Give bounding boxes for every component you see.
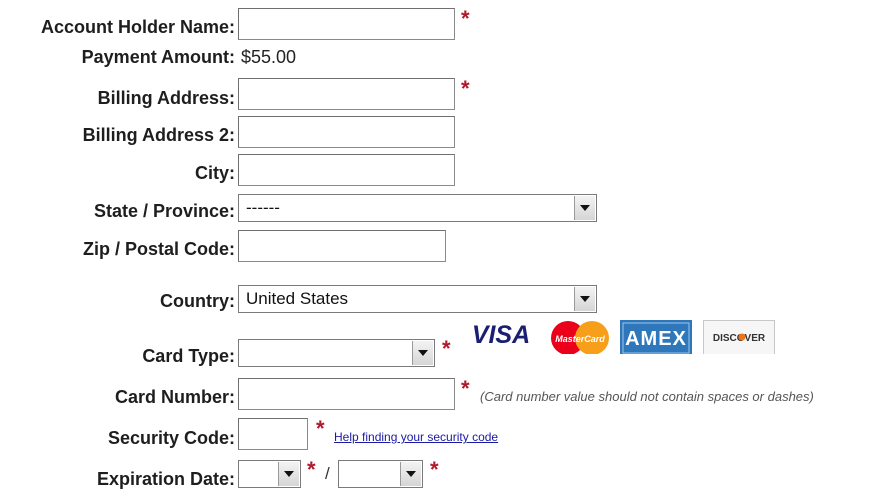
account-holder-label: Account Holder Name: — [40, 17, 235, 37]
discover-logo-icon: DISCOVER — [703, 320, 775, 354]
billing-address-2-label: Billing Address 2: — [82, 125, 235, 145]
amex-logo-icon: AMEX — [620, 320, 692, 354]
visa-logo-text: VISA — [472, 321, 530, 349]
card-number-label: Card Number: — [114, 387, 235, 407]
zip-label: Zip / Postal Code: — [82, 239, 235, 259]
expiration-year-select[interactable] — [338, 460, 423, 488]
expiration-month-select[interactable] — [238, 460, 301, 488]
card-number-note: (Card number value should not contain sp… — [480, 389, 814, 404]
required-marker: * — [461, 76, 470, 101]
security-code-label: Security Code: — [107, 428, 235, 448]
security-code-input[interactable] — [238, 418, 308, 450]
chevron-down-icon[interactable] — [412, 341, 433, 365]
billing-address-2-input[interactable] — [238, 116, 455, 148]
chevron-down-icon[interactable] — [574, 287, 595, 311]
chevron-down-icon[interactable] — [278, 462, 299, 486]
billing-address-label: Billing Address: — [97, 88, 235, 108]
expiration-separator: / — [325, 464, 330, 483]
required-marker: * — [430, 457, 439, 482]
state-label: State / Province: — [93, 201, 235, 221]
mastercard-logo-icon: MasterCard — [551, 321, 609, 354]
city-input[interactable] — [238, 154, 455, 186]
visa-logo-icon: VISA — [472, 321, 530, 349]
country-selected-value: United States — [246, 289, 349, 308]
chevron-down-icon[interactable] — [400, 462, 421, 486]
card-number-input[interactable] — [238, 378, 455, 410]
payment-amount-label: Payment Amount: — [81, 47, 235, 67]
payment-amount-value: $55.00 — [241, 47, 297, 67]
required-marker: * — [461, 376, 470, 401]
chevron-down-icon[interactable] — [574, 196, 595, 220]
mastercard-logo-text: MasterCard — [555, 334, 605, 344]
billing-address-input[interactable] — [238, 78, 455, 110]
state-selected-value: ------ — [246, 198, 280, 217]
required-marker: * — [316, 416, 325, 441]
required-marker: * — [307, 457, 316, 482]
country-select[interactable]: United States — [238, 285, 597, 313]
amex-logo-text: AMEX — [625, 328, 687, 350]
zip-input[interactable] — [238, 230, 446, 262]
country-label: Country: — [160, 291, 235, 311]
city-label: City: — [195, 163, 235, 183]
required-marker: * — [461, 6, 470, 31]
required-marker: * — [442, 336, 451, 361]
security-code-help-link[interactable]: Help finding your security code — [334, 430, 498, 444]
card-type-label: Card Type: — [142, 346, 235, 366]
card-type-select[interactable] — [238, 339, 435, 367]
account-holder-input[interactable] — [238, 8, 455, 40]
state-select[interactable]: ------ — [238, 194, 597, 222]
expiration-date-label: Expiration Date: — [96, 469, 235, 489]
